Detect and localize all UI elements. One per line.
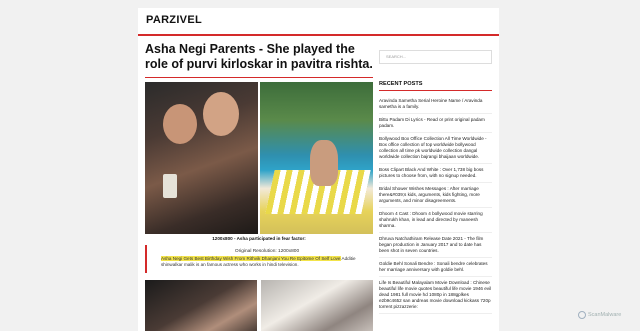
scanmalware-icon xyxy=(578,311,586,319)
recent-post-link[interactable]: Bridal Shower Wishes Messages : After ma… xyxy=(379,183,492,208)
resolution-text: Original Resolution: 1200x800 xyxy=(234,249,300,254)
page-container: PARZIVEL Asha Negi Parents - She played … xyxy=(138,8,499,331)
post-paragraph: Asha Negi Gets Best Birthday Wish From R… xyxy=(161,256,373,268)
title-divider xyxy=(145,77,373,78)
highlighted-link[interactable]: Asha Negi Gets Best Birthday Wish From R… xyxy=(161,256,341,261)
recent-post-link[interactable]: Dhruva Natchathiram Release Date 2021 - … xyxy=(379,233,492,258)
recent-post-link[interactable]: Bittu Padam Di Lyrics - Read or print or… xyxy=(379,114,492,133)
scanmalware-watermark: ScanMalware xyxy=(578,311,621,319)
recent-posts-heading: RECENT POSTS xyxy=(379,81,423,87)
couple-photo xyxy=(145,82,258,234)
article: Asha Negi Parents - She played the role … xyxy=(145,42,373,331)
watermark-text: ScanMalware xyxy=(588,312,622,318)
gallery-image[interactable] xyxy=(261,280,373,331)
image-caption: 1200x800 - Asha participated in fear fac… xyxy=(212,236,306,241)
recent-post-link[interactable]: Dhoom 4 Cast : Dhoom 4 bollywood movie s… xyxy=(379,208,492,233)
recent-post-link[interactable]: Boss Clipart Black And White : Over 1,73… xyxy=(379,164,492,183)
recent-post-link[interactable]: Life Is Beautiful Malayalam Movie Downlo… xyxy=(379,277,492,314)
hero-image[interactable] xyxy=(145,82,373,234)
image-gallery xyxy=(145,280,373,331)
post-title: Asha Negi Parents - She played the role … xyxy=(145,42,373,71)
site-title[interactable]: PARZIVEL xyxy=(146,14,202,26)
post-quote: Original Resolution: 1200x800 Asha Negi … xyxy=(145,245,373,273)
sidebar: SEARCH... RECENT POSTS Aravinda Sametha … xyxy=(379,50,492,314)
recent-post-link[interactable]: Aravinda Sametha Serial Heroine Name / A… xyxy=(379,95,492,114)
recent-posts-list: Aravinda Sametha Serial Heroine Name / A… xyxy=(379,95,492,314)
recent-post-link[interactable]: Bollywood Box Office Collection All Time… xyxy=(379,133,492,164)
site-header: PARZIVEL xyxy=(138,8,499,36)
gallery-image[interactable] xyxy=(145,280,257,331)
search-input[interactable]: SEARCH... xyxy=(379,50,492,64)
recent-post-link[interactable]: Goldie Behl Sonali Bendre : Sonali bendr… xyxy=(379,258,492,277)
recent-posts-divider xyxy=(379,90,492,91)
poolside-photo xyxy=(260,82,373,234)
